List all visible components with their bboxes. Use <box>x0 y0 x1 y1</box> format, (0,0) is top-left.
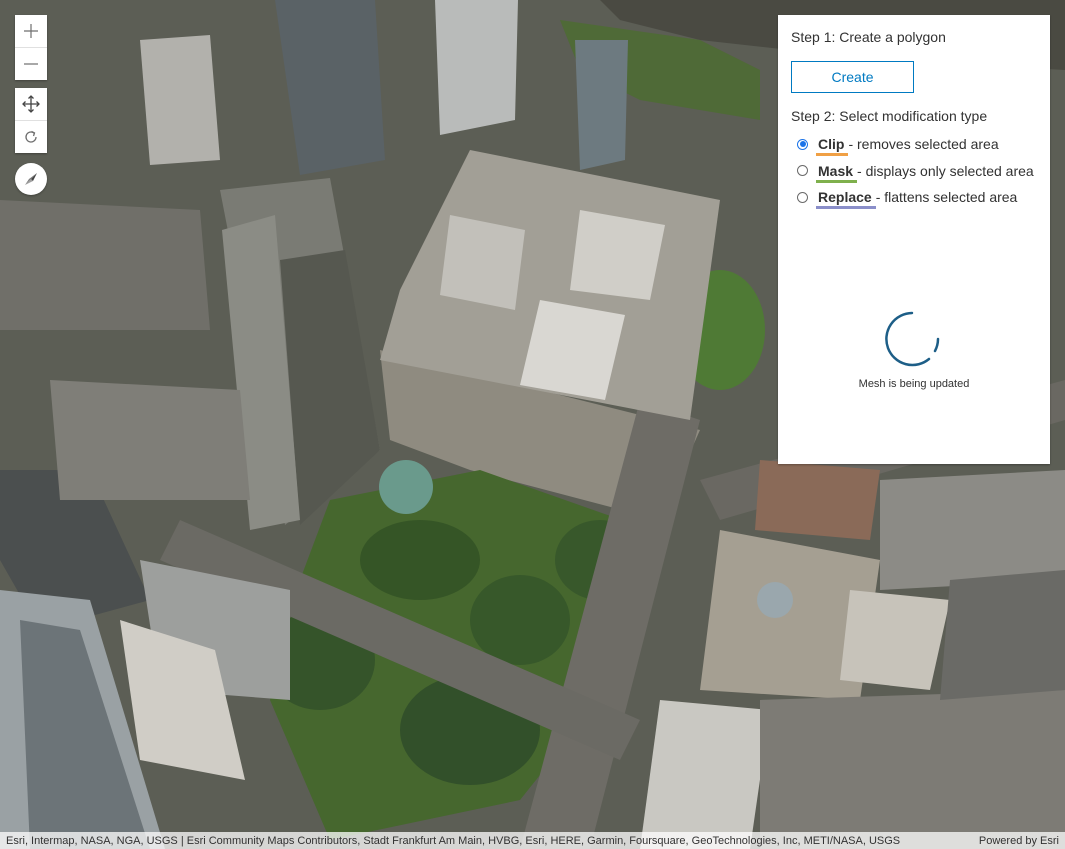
navigation-toggle <box>15 88 47 153</box>
step2-label: Step 2: Select modification type <box>791 108 988 124</box>
zoom-control <box>15 15 47 80</box>
option-clip-name: Clip <box>815 136 849 157</box>
loading-spinner-icon <box>885 311 940 367</box>
option-mask-description: - displays only selected area <box>857 162 1034 179</box>
powered-by-link[interactable]: Powered by Esri <box>979 835 1059 847</box>
option-replace-description: - flattens selected area <box>875 189 1018 206</box>
mask-radio[interactable] <box>797 165 808 177</box>
compass-button[interactable] <box>15 163 47 195</box>
compass-icon <box>25 173 37 185</box>
zoom-out-button[interactable] <box>15 47 47 80</box>
option-replace[interactable]: Replace - flattens selected area <box>791 184 1037 211</box>
option-replace-name: Replace <box>816 189 876 210</box>
option-clip[interactable]: Clip - removes selected area <box>791 131 1037 158</box>
attribution-text[interactable]: Esri, Intermap, NASA, NGA, USGS | Esri C… <box>6 835 969 847</box>
option-clip-description: - removes selected area <box>848 136 999 153</box>
zoom-out-icon <box>24 63 38 65</box>
pan-button[interactable] <box>15 88 47 120</box>
option-mask-name: Mask <box>815 162 858 183</box>
rotate-icon <box>25 130 37 143</box>
pan-icon <box>22 95 40 113</box>
zoom-in-icon <box>24 24 38 38</box>
zoom-in-button[interactable] <box>15 15 47 47</box>
attribution-bar: Esri, Intermap, NASA, NGA, USGS | Esri C… <box>0 832 1065 849</box>
step1-label: Step 1: Create a polygon <box>791 29 946 45</box>
clip-radio[interactable] <box>797 138 808 150</box>
option-mask[interactable]: Mask - displays only selected area <box>791 158 1037 185</box>
create-button[interactable]: Create <box>791 61 914 93</box>
replace-radio[interactable] <box>797 191 808 203</box>
rotate-button[interactable] <box>15 120 47 153</box>
loading-text: Mesh is being updated <box>858 378 970 390</box>
modification-panel: Step 1: Create a polygon Create Step 2: … <box>778 15 1050 464</box>
